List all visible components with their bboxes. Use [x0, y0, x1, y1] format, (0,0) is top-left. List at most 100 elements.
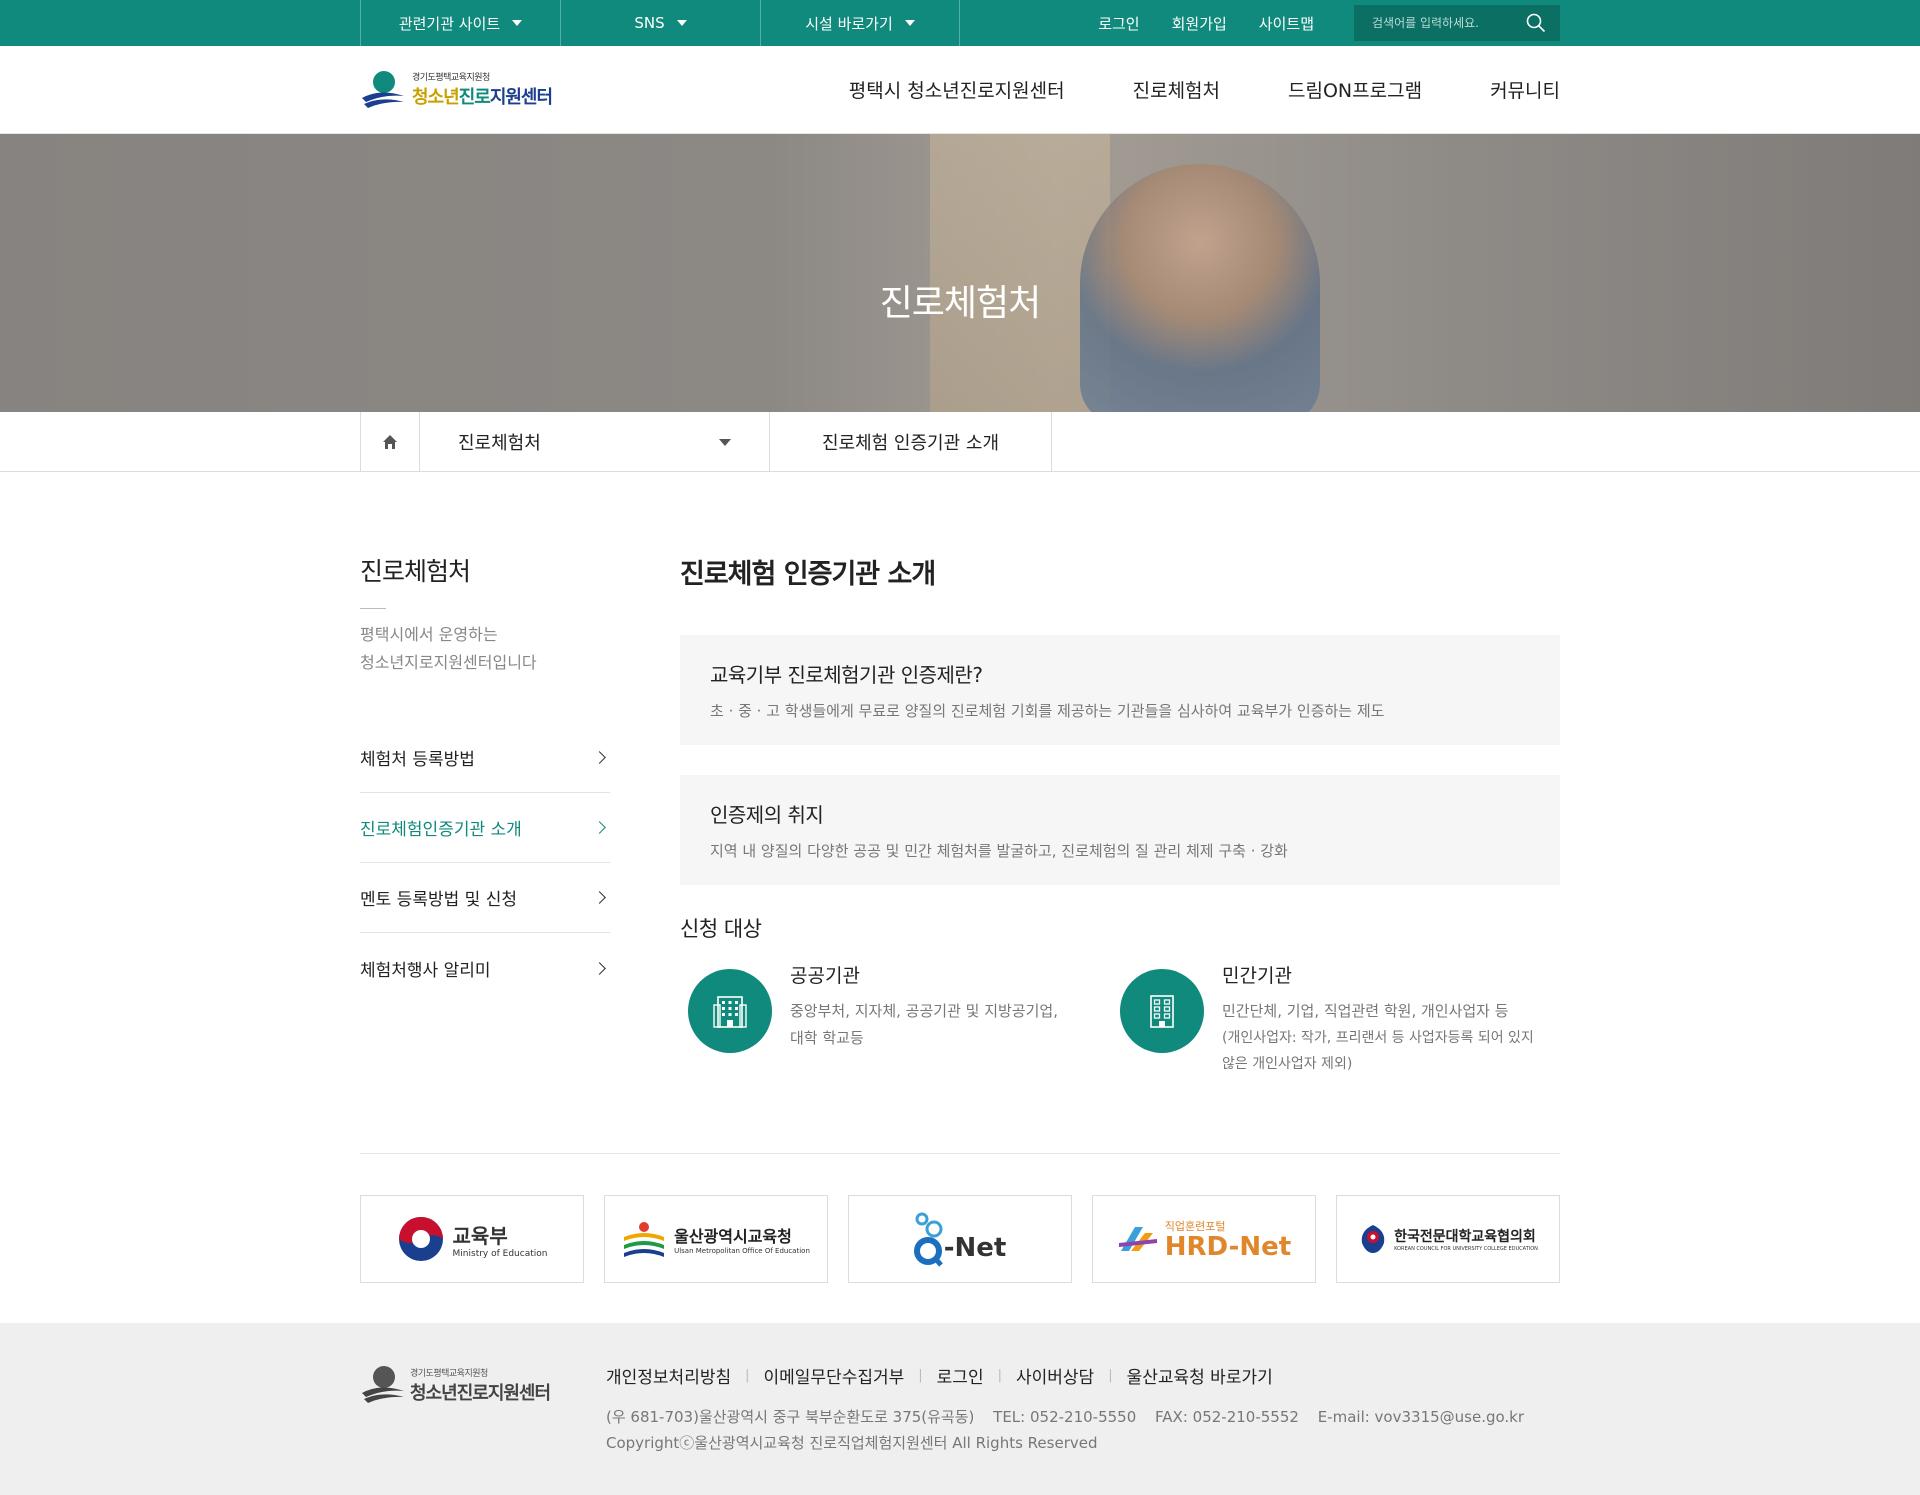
caret-down-icon — [512, 20, 523, 26]
facility-shortcut-label: 시설 바로가기 — [805, 14, 893, 33]
target-title: 공공기관 — [790, 965, 860, 987]
footer-logo-title: 청소년진로지원센터 — [410, 1379, 551, 1405]
info-box-title: 인증제의 취지 — [710, 803, 824, 827]
search-input[interactable] — [1372, 16, 1526, 30]
location-bar: 진로체험처 진로체험 인증기관 소개 — [0, 412, 1920, 472]
info-box-text: 지역 내 양질의 다양한 공공 및 민간 체험처를 발굴하고, 진로체험의 질 … — [710, 842, 1288, 860]
partner-moe[interactable]: 교육부 Ministry of Education — [360, 1195, 584, 1283]
footer-logo-mark-icon — [362, 1366, 404, 1403]
logo-title-c: 지원센터 — [489, 87, 553, 108]
kcuce-logo-icon — [1361, 1225, 1385, 1253]
info-box-purpose: 인증제의 취지 지역 내 양질의 다양한 공공 및 민간 체험처를 발굴하고, … — [680, 775, 1560, 885]
logo-title: 청소년진로지원센터 — [412, 83, 553, 109]
target-private: 민간기관 민간단체, 기업, 직업관련 학원, 개인사업자 등 (개인사업자: … — [1112, 961, 1544, 1077]
office-icon — [1120, 969, 1204, 1053]
moe-name: 교육부 — [452, 1223, 508, 1248]
signup-link[interactable]: 회원가입 — [1172, 13, 1227, 34]
target-note-line2: 않은 개인사업자 제외) — [1222, 1056, 1353, 1072]
site-footer: 경기도평택교육지원청 청소년진로지원센터 개인정보처리방침 | 이메일무단수집거… — [0, 1323, 1920, 1495]
site-logo[interactable]: 경기도평택교육지원청 청소년진로지원센터 — [360, 68, 553, 112]
target-list: 공공기관 중앙부처, 지자체, 공공기관 및 지방공기업, 대학 학교등 민간기… — [680, 961, 1560, 1077]
side-nav-item-events[interactable]: 체험처행사 알리미 — [360, 933, 610, 1003]
search-icon[interactable] — [1526, 13, 1546, 33]
footer-logo-title-c: 지원센터 — [487, 1382, 551, 1404]
side-nav: 진로체험처 평택시에서 운영하는 청소년지로지원센터입니다 체험처 등록방법 진… — [360, 472, 610, 1077]
footer-address: (우 681-703)울산광역시 중구 북부순환도로 375(유곡동) — [606, 1408, 975, 1426]
ulsan-logo-icon — [624, 1222, 665, 1257]
info-box-text: 초 · 중 · 고 학생들에게 무료로 양질의 진로체험 기회를 제공하는 기관… — [710, 702, 1385, 720]
kcuce-name-en: KOREAN COUNCIL FOR UNIVERSITY COLLEGE ED… — [1394, 1246, 1538, 1252]
footer-logo-org: 경기도평택교육지원청 — [410, 1368, 488, 1379]
caret-down-icon — [676, 20, 687, 26]
login-link[interactable]: 로그인 — [1098, 13, 1139, 34]
logo-org: 경기도평택교육지원청 — [412, 73, 490, 83]
home-button[interactable] — [360, 412, 420, 472]
footer-body: 개인정보처리방침 | 이메일무단수집거부 | 로그인 | 사이버상담 | 울산교… — [606, 1363, 1538, 1495]
logo-mark-icon — [362, 70, 404, 108]
sns-dropdown[interactable]: SNS — [560, 0, 760, 46]
footer-link-privacy[interactable]: 개인정보처리방침 — [606, 1363, 731, 1388]
partner-kcuce[interactable]: 한국전문대학교육협의회 KOREAN COUNCIL FOR UNIVERSIT… — [1336, 1195, 1560, 1283]
ulsan-name-en: Ulsan Metropolitan Office Of Education — [674, 1247, 810, 1255]
footer-link-email[interactable]: 이메일무단수집거부 — [764, 1363, 905, 1388]
top-utility-bar: 관련기관 사이트 SNS 시설 바로가기 로그인 회원가입 사이트맵 — [0, 0, 1920, 46]
divider — [360, 608, 386, 609]
footer-link-counsel[interactable]: 사이버상담 — [1016, 1363, 1094, 1388]
partner-banners: 교육부 Ministry of Education 울산광역시교육청 Ulsan… — [360, 1153, 1560, 1283]
logo-title-a: 청소년 — [412, 87, 460, 108]
side-nav-desc-line1: 평택시에서 운영하는 — [360, 625, 498, 644]
moe-name-en: Ministry of Education — [452, 1248, 548, 1259]
divider: | — [745, 1368, 750, 1383]
caret-down-icon — [719, 438, 731, 446]
target-desc: 민간단체, 기업, 직업관련 학원, 개인사업자 등 — [1222, 1002, 1509, 1020]
side-nav-item-mentor[interactable]: 멘토 등록방법 및 신청 — [360, 863, 610, 933]
facility-shortcut-dropdown[interactable]: 시설 바로가기 — [760, 0, 960, 46]
moe-logo-icon — [398, 1217, 443, 1261]
gnb-community[interactable]: 커뮤니티 — [1490, 76, 1560, 103]
location-current[interactable]: 진로체험 인증기관 소개 — [770, 412, 1052, 472]
partner-qnet[interactable]: -Net — [848, 1195, 1072, 1283]
partner-ulsan[interactable]: 울산광역시교육청 Ulsan Metropolitan Office Of Ed… — [604, 1195, 828, 1283]
side-nav-item-register[interactable]: 체험처 등록방법 — [360, 723, 610, 793]
sitemap-link[interactable]: 사이트맵 — [1259, 13, 1314, 34]
side-nav-item-label: 멘토 등록방법 및 신청 — [360, 890, 517, 910]
gnb-experience[interactable]: 진로체험처 — [1133, 76, 1220, 103]
chevron-right-icon — [593, 821, 606, 834]
logo-title-b: 진로 — [458, 87, 491, 108]
hero-banner: 진로체험처 — [0, 134, 1920, 412]
page-title: 진로체험 인증기관 소개 — [680, 559, 936, 590]
footer-logo-title-a: 청소년 — [410, 1382, 458, 1404]
footer-copyright: Copyrightⓒ울산광역시교육청 진로직업체험지원센터 All Rights… — [606, 1434, 1098, 1452]
main-content: 진로체험 인증기관 소개 교육기부 진로체험기관 인증제란? 초 · 중 · 고… — [680, 472, 1560, 1077]
gnb-dream-on[interactable]: 드림ON프로그램 — [1288, 76, 1422, 103]
footer-tel: TEL: 052-210-5550 — [993, 1408, 1137, 1426]
hrd-logo-icon — [1118, 1227, 1157, 1251]
target-title: 민간기관 — [1222, 965, 1292, 987]
location-dropdown-label: 진로체험처 — [458, 433, 541, 454]
target-public: 공공기관 중앙부처, 지자체, 공공기관 및 지방공기업, 대학 학교등 — [680, 961, 1112, 1077]
chevron-right-icon — [593, 891, 606, 904]
location-dropdown[interactable]: 진로체험처 — [420, 412, 770, 472]
side-nav-title: 진로체험처 — [360, 557, 471, 586]
divider: | — [997, 1368, 1002, 1383]
side-nav-desc-line2: 청소년지로지원센터입니다 — [360, 653, 537, 672]
gnb-center[interactable]: 평택시 청소년진로지원센터 — [849, 76, 1065, 103]
side-nav-desc: 평택시에서 운영하는 청소년지로지원센터입니다 — [360, 621, 610, 677]
partner-hrd[interactable]: 직업훈련포털 HRD-Net — [1092, 1195, 1316, 1283]
target-body: 민간기관 민간단체, 기업, 직업관련 학원, 개인사업자 등 (개인사업자: … — [1222, 961, 1534, 1077]
target-desc: 중앙부처, 지자체, 공공기관 및 지방공기업, 대학 학교등 — [790, 998, 1058, 1052]
related-sites-dropdown[interactable]: 관련기관 사이트 — [360, 0, 560, 46]
side-nav-item-certified[interactable]: 진로체험인증기관 소개 — [360, 793, 610, 863]
side-nav-item-label: 진로체험인증기관 소개 — [360, 820, 522, 840]
caret-down-icon — [904, 20, 915, 26]
site-header: 경기도평택교육지원청 청소년진로지원센터 평택시 청소년진로지원센터 진로체험처… — [0, 46, 1920, 134]
footer-contact: (우 681-703)울산광역시 중구 북부순환도로 375(유곡동) TEL:… — [606, 1404, 1538, 1430]
chevron-right-icon — [593, 751, 606, 764]
home-icon — [383, 435, 397, 449]
footer-link-ulsan[interactable]: 울산교육청 바로가기 — [1127, 1363, 1273, 1388]
footer-link-login[interactable]: 로그인 — [937, 1363, 984, 1388]
ulsan-name: 울산광역시교육청 — [674, 1227, 792, 1246]
target-desc-line1: 중앙부처, 지자체, 공공기관 및 지방공기업, — [790, 1002, 1058, 1020]
building-icon — [688, 969, 772, 1053]
footer-links: 개인정보처리방침 | 이메일무단수집거부 | 로그인 | 사이버상담 | 울산교… — [606, 1363, 1538, 1388]
